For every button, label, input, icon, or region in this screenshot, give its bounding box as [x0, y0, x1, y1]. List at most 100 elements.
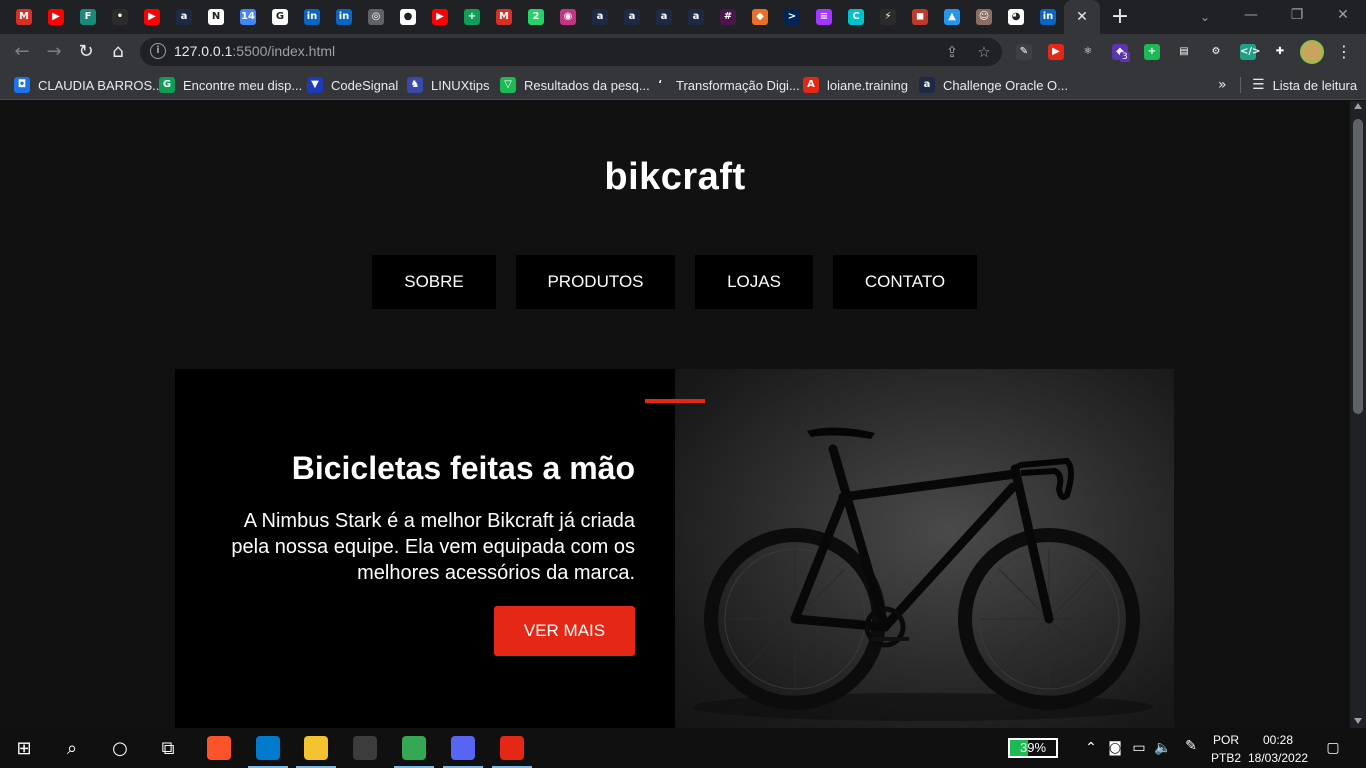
file-explorer-taskbar-app[interactable]	[292, 728, 340, 768]
pinned-tab[interactable]: a	[168, 5, 200, 29]
brave-taskbar-app[interactable]	[195, 728, 243, 768]
pinned-tab[interactable]: ◆	[744, 5, 776, 29]
profile-avatar[interactable]	[1300, 40, 1324, 64]
clock-date[interactable]: 18/03/2022	[1248, 750, 1308, 766]
bookmark-encontre-meu-disp[interactable]: G Encontre meu disp...	[159, 76, 302, 94]
code-extension-icon[interactable]: </>	[1238, 42, 1260, 62]
pinned-tab[interactable]: a	[616, 5, 648, 29]
pinned-tab[interactable]: ☺	[968, 5, 1000, 29]
restore-icon[interactable]: ❐	[1274, 0, 1320, 30]
bookmark-resultados-da-pesq[interactable]: ▽ Resultados da pesq...	[500, 76, 650, 94]
pinned-tab[interactable]: ▶	[136, 5, 168, 29]
site-info-icon[interactable]: i	[150, 43, 166, 59]
pinned-tab[interactable]: ◉	[552, 5, 584, 29]
pinned-tab[interactable]: a	[680, 5, 712, 29]
pinned-tab[interactable]: ≡	[808, 5, 840, 29]
pinned-tab[interactable]: N	[200, 5, 232, 29]
meet-now-icon[interactable]: ◙	[1104, 738, 1126, 758]
vscode-taskbar-app[interactable]	[244, 728, 292, 768]
page-scrollbar[interactable]	[1350, 101, 1366, 728]
pinned-tab[interactable]: M	[8, 5, 40, 29]
language-bottom[interactable]: PTB2	[1211, 750, 1241, 766]
bookmark-star-icon[interactable]: ☆	[974, 42, 994, 62]
pinned-tab[interactable]: a	[648, 5, 680, 29]
pinned-tab[interactable]: ▲	[936, 5, 968, 29]
bookmark-loiane-training[interactable]: Aloiane.training	[803, 76, 908, 94]
window-close-icon[interactable]: ✕	[1320, 0, 1366, 30]
pinned-tab[interactable]: in	[328, 5, 360, 29]
share-icon[interactable]: ⇪	[942, 42, 962, 62]
add-extension-icon[interactable]: +	[1142, 42, 1162, 62]
site-logo[interactable]: bikcraft	[0, 156, 1350, 199]
cortana-icon[interactable]: ○	[96, 728, 144, 768]
pinned-tab[interactable]: ◎	[360, 5, 392, 29]
snipping-tool-taskbar-app[interactable]	[488, 728, 536, 768]
active-tab[interactable]: ✕	[1064, 0, 1100, 34]
nav-sobre[interactable]: SOBRE	[372, 255, 496, 309]
pinned-tab[interactable]: ●	[392, 5, 424, 29]
pinned-tab[interactable]: ▶	[424, 5, 456, 29]
chrome-taskbar-app[interactable]	[390, 728, 438, 768]
task-view-icon[interactable]: ⧉	[144, 728, 192, 768]
pinned-tab[interactable]: >	[776, 5, 808, 29]
pen-extension-icon[interactable]: ✎	[1014, 42, 1034, 62]
pinned-tab[interactable]: 2	[520, 5, 552, 29]
nav-produtos[interactable]: PRODUTOS	[516, 255, 675, 309]
nav-lojas[interactable]: LOJAS	[695, 255, 813, 309]
notifications-icon[interactable]: ▢	[1322, 738, 1344, 758]
wappalyzer-extension-icon[interactable]: ▤	[1174, 42, 1194, 62]
close-tab-icon[interactable]: ✕	[1076, 9, 1088, 25]
more-bookmarks-icon[interactable]: »	[1218, 76, 1227, 94]
address-bar[interactable]: i 127.0.0.1:5500/index.html ⇪ ☆	[140, 38, 1002, 66]
show-hidden-icons-icon[interactable]: ⌃	[1080, 738, 1102, 758]
pinned-tab[interactable]: a	[584, 5, 616, 29]
terminal-taskbar-app[interactable]	[341, 728, 389, 768]
pinned-tab[interactable]: +	[456, 5, 488, 29]
pinned-tab[interactable]: ⚡	[872, 5, 904, 29]
chrome-menu-icon[interactable]: ⋮	[1336, 40, 1352, 64]
ver-mais-button[interactable]: VER MAIS	[494, 606, 635, 656]
pinned-tab[interactable]: 14	[232, 5, 264, 29]
url-text[interactable]: 127.0.0.1:5500/index.html	[174, 43, 335, 59]
pen-workspace-icon[interactable]: ✎	[1180, 736, 1202, 756]
settings-extension-icon[interactable]: ⚙	[1206, 42, 1226, 62]
pinned-tab[interactable]: C	[840, 5, 872, 29]
reading-list-button[interactable]: ☰ Lista de leitura	[1252, 76, 1357, 94]
nav-contato[interactable]: CONTATO	[833, 255, 977, 309]
back-arrow-icon[interactable]: ←	[10, 40, 34, 64]
windows-start-icon[interactable]: ⊞	[0, 728, 48, 768]
volume-icon[interactable]: 🔈	[1152, 738, 1174, 758]
bookmark-transformacao-digi[interactable]: ʻ Transformação Digi...	[652, 76, 800, 94]
pinned-tab[interactable]: in	[296, 5, 328, 29]
bookmark-challenge-oracle[interactable]: a Challenge Oracle O...	[919, 76, 1068, 94]
scroll-down-icon[interactable]	[1354, 718, 1362, 724]
pinned-tab[interactable]: ◕	[1000, 5, 1032, 29]
bookmark-claudia-barros[interactable]: ◘ CLAUDIA BARROS...	[14, 76, 163, 94]
pinned-tab[interactable]: •	[104, 5, 136, 29]
pinned-tab[interactable]: ◼	[904, 5, 936, 29]
tab-search-icon[interactable]: ⌄	[1194, 7, 1216, 27]
language-top[interactable]: POR	[1213, 732, 1239, 748]
discord-taskbar-app[interactable]	[439, 728, 487, 768]
pinned-tab[interactable]: ▶	[40, 5, 72, 29]
pinned-tab[interactable]: M	[488, 5, 520, 29]
home-icon[interactable]: ⌂	[106, 40, 130, 64]
forward-arrow-icon[interactable]: →	[42, 40, 66, 64]
battery-indicator[interactable]: 39%	[1008, 738, 1058, 758]
pinned-tab[interactable]: F	[72, 5, 104, 29]
search-icon[interactable]: ⌕	[48, 728, 96, 768]
bookmark-linuxtips[interactable]: ♞ LINUXtips	[407, 76, 490, 94]
puzzle-extensions-icon[interactable]: ✚	[1270, 42, 1290, 62]
pinned-tab[interactable]: G	[264, 5, 296, 29]
purple-extension-icon[interactable]: ◆3	[1110, 42, 1130, 62]
pinned-tab[interactable]: #	[712, 5, 744, 29]
react-devtools-extension-icon[interactable]: ⚛	[1078, 42, 1098, 62]
reload-icon[interactable]: ↻	[74, 40, 98, 64]
youtube-extension-icon[interactable]: ▶	[1046, 42, 1066, 62]
bookmark-codesignal[interactable]: ▼ CodeSignal	[307, 76, 398, 94]
scroll-up-icon[interactable]	[1354, 103, 1362, 109]
new-tab-button[interactable]: +	[1108, 5, 1132, 29]
minimize-icon[interactable]: —	[1228, 0, 1274, 30]
power-icon[interactable]: ▭	[1128, 738, 1150, 758]
clock-time[interactable]: 00:28	[1263, 732, 1293, 748]
